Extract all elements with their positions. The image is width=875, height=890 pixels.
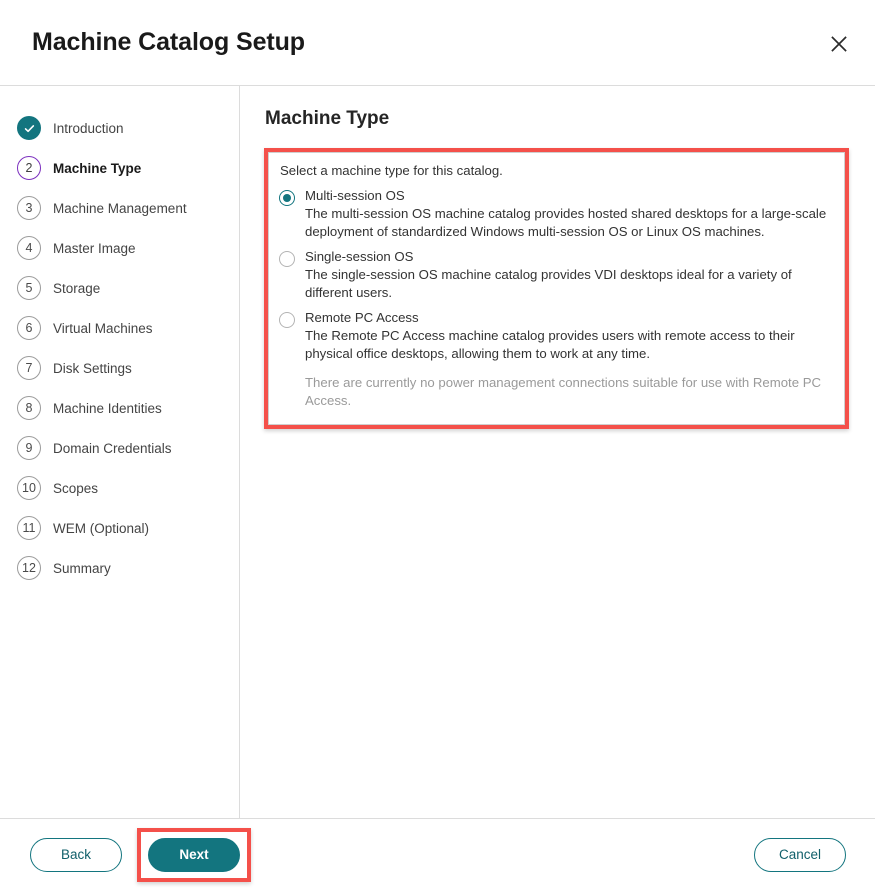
sidebar-item-storage[interactable]: 5 Storage (0, 268, 239, 308)
sidebar-item-label: Virtual Machines (53, 320, 153, 336)
footer-left-actions: Back Next (30, 827, 251, 882)
option-label: Single-session OS (305, 249, 414, 264)
back-button[interactable]: Back (30, 837, 122, 872)
cancel-button[interactable]: Cancel (754, 837, 846, 872)
step-number-badge: 5 (17, 276, 41, 300)
machine-type-highlight-box: Select a machine type for this catalog. … (264, 148, 849, 429)
sidebar-item-disk-settings[interactable]: 7 Disk Settings (0, 348, 239, 388)
instruction-text: Select a machine type for this catalog. (280, 163, 503, 178)
wizard-step-list: Introduction 2 Machine Type 3 Machine Ma… (0, 86, 240, 818)
sidebar-item-label: Scopes (53, 480, 99, 496)
sidebar-item-label: Machine Type (53, 160, 142, 176)
step-number-badge: 10 (17, 476, 41, 500)
pane-title: Machine Type (265, 108, 390, 129)
close-icon[interactable] (821, 26, 857, 62)
machine-catalog-setup-dialog: Machine Catalog Setup Introduction 2 Mac… (0, 0, 875, 890)
sidebar-item-label: Storage (53, 280, 101, 296)
sidebar-item-virtual-machines[interactable]: 6 Virtual Machines (0, 308, 239, 348)
option-remote-pc-access[interactable]: Remote PC Access The Remote PC Access ma… (279, 309, 832, 410)
option-note: There are currently no power management … (305, 375, 822, 408)
option-body: Single-session OS The single-session OS … (305, 248, 832, 302)
step-number-badge: 9 (17, 436, 41, 460)
check-icon (17, 116, 41, 140)
radio-single-session-os[interactable] (279, 251, 295, 267)
option-label: Remote PC Access (305, 310, 419, 325)
option-description: The Remote PC Access machine catalog pro… (305, 328, 795, 361)
next-button-highlight-box: Next (137, 827, 251, 882)
next-button[interactable]: Next (148, 837, 240, 872)
radio-remote-pc-access[interactable] (279, 312, 295, 328)
option-description: The multi-session OS machine catalog pro… (305, 206, 827, 239)
page-title: Machine Catalog Setup (32, 28, 305, 56)
sidebar-item-label: Master Image (53, 240, 136, 256)
radio-multi-session-os[interactable] (279, 190, 295, 206)
sidebar-item-machine-identities[interactable]: 8 Machine Identities (0, 388, 239, 428)
sidebar-item-scopes[interactable]: 10 Scopes (0, 468, 239, 508)
sidebar-item-master-image[interactable]: 4 Master Image (0, 228, 239, 268)
sidebar-item-machine-management[interactable]: 3 Machine Management (0, 188, 239, 228)
sidebar-item-domain-credentials[interactable]: 9 Domain Credentials (0, 428, 239, 468)
sidebar-item-label: Machine Management (53, 200, 187, 216)
sidebar-item-label: WEM (Optional) (53, 520, 150, 536)
option-body: Remote PC Access The Remote PC Access ma… (305, 309, 832, 410)
option-description: The single-session OS machine catalog pr… (305, 267, 792, 300)
dialog-footer: Back Next Cancel (0, 818, 875, 890)
machine-type-pane: Machine Type Select a machine type for t… (240, 86, 875, 818)
step-number-badge: 8 (17, 396, 41, 420)
option-multi-session-os[interactable]: Multi-session OS The multi-session OS ma… (279, 187, 832, 241)
step-number-badge: 12 (17, 556, 41, 580)
sidebar-item-label: Summary (53, 560, 111, 576)
option-body: Multi-session OS The multi-session OS ma… (305, 187, 832, 241)
dialog-body: Introduction 2 Machine Type 3 Machine Ma… (0, 86, 875, 818)
sidebar-item-label: Machine Identities (53, 400, 162, 416)
sidebar-item-label: Domain Credentials (53, 440, 172, 456)
sidebar-item-machine-type[interactable]: 2 Machine Type (0, 148, 239, 188)
machine-type-options-panel: Select a machine type for this catalog. … (268, 152, 845, 425)
sidebar-item-wem-optional[interactable]: 11 WEM (Optional) (0, 508, 239, 548)
sidebar-item-label: Disk Settings (53, 360, 132, 376)
step-number-badge: 7 (17, 356, 41, 380)
dialog-header: Machine Catalog Setup (0, 0, 875, 86)
step-number-badge: 3 (17, 196, 41, 220)
step-number-badge: 6 (17, 316, 41, 340)
option-single-session-os[interactable]: Single-session OS The single-session OS … (279, 248, 832, 302)
sidebar-item-introduction[interactable]: Introduction (0, 108, 239, 148)
step-number-badge: 4 (17, 236, 41, 260)
sidebar-item-label: Introduction (53, 120, 124, 136)
sidebar-item-summary[interactable]: 12 Summary (0, 548, 239, 588)
option-label: Multi-session OS (305, 188, 405, 203)
step-number-badge: 11 (17, 516, 41, 540)
step-number-badge: 2 (17, 156, 41, 180)
